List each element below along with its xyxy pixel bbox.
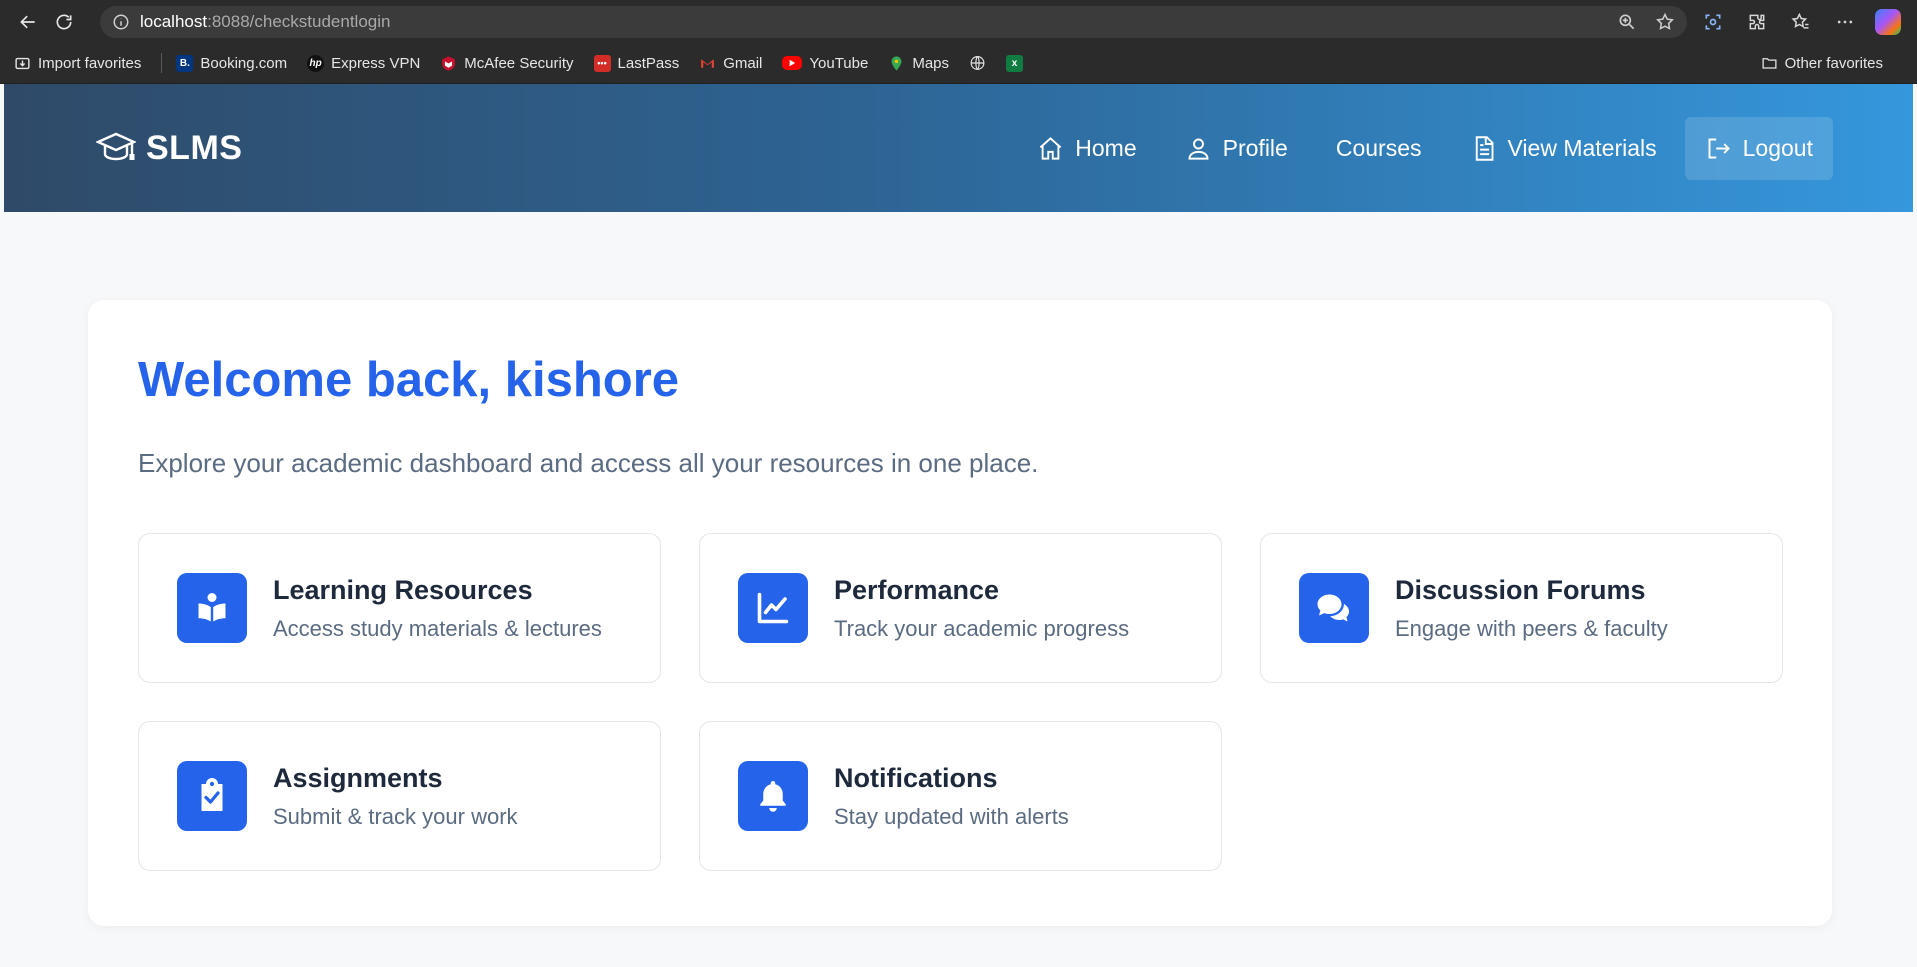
nav-profile[interactable]: Profile <box>1165 117 1308 180</box>
nav-profile-label: Profile <box>1222 134 1288 161</box>
bookmark-label: Other favorites <box>1784 54 1883 72</box>
url-path: :8088/checkstudentlogin <box>207 11 391 31</box>
bookmark-label: LastPass <box>617 54 680 72</box>
nav-courses[interactable]: Courses <box>1316 117 1442 180</box>
bookmark-mcafee[interactable]: McAfee Security <box>440 54 574 72</box>
mcafee-icon <box>440 55 457 72</box>
bookmark-excel[interactable]: x <box>1006 54 1024 72</box>
bookmark-label: Import favorites <box>38 54 142 72</box>
welcome-subtitle: Explore your academic dashboard and acce… <box>138 448 1039 478</box>
tile-description: Stay updated with alerts <box>834 803 1069 829</box>
excel-icon: x <box>1006 54 1024 72</box>
bookmark-label: Express VPN <box>331 54 421 72</box>
nav-home-label: Home <box>1075 134 1137 161</box>
tile-title: Discussion Forums <box>1395 574 1646 605</box>
tile-description: Access study materials & lectures <box>273 615 602 641</box>
bookmark-booking[interactable]: B. Booking.com <box>176 54 288 72</box>
zoom-icon[interactable] <box>1617 12 1637 32</box>
book-reader-icon <box>177 573 247 643</box>
tile-description: Track your academic progress <box>834 615 1130 641</box>
back-icon[interactable] <box>10 6 46 38</box>
brand-name: SLMS <box>146 128 243 167</box>
tile-performance[interactable]: Performance Track your academic progress <box>699 533 1222 683</box>
tile-title: Performance <box>834 574 1000 605</box>
home-icon <box>1040 136 1062 160</box>
nav-courses-label: Courses <box>1335 134 1422 161</box>
hp-icon: hp <box>307 54 325 72</box>
graduation-cap-icon <box>96 132 136 161</box>
tile-title: Notifications <box>834 762 998 793</box>
import-icon <box>14 55 31 72</box>
nav-logout[interactable]: Logout <box>1684 116 1833 180</box>
nav-home[interactable]: Home <box>1017 117 1156 180</box>
refresh-icon[interactable] <box>46 6 82 38</box>
info-icon[interactable] <box>112 13 130 31</box>
screenshot-icon[interactable] <box>1699 8 1727 36</box>
brand-logo[interactable]: SLMS <box>96 129 242 168</box>
bookmark-maps[interactable]: Maps <box>888 55 949 72</box>
browser-toolbar: localhost:8088/checkstudentlogin <box>0 0 1917 43</box>
tile-description: Submit & track your work <box>273 803 518 829</box>
tile-notifications[interactable]: Notifications Stay updated with alerts <box>699 721 1222 871</box>
more-icon[interactable] <box>1831 8 1859 36</box>
feature-grid: Learning Resources Access study material… <box>138 533 1783 871</box>
bell-icon <box>738 761 808 831</box>
booking-icon: B. <box>176 54 194 72</box>
file-icon <box>1475 135 1493 161</box>
bookmark-label: Maps <box>912 54 950 72</box>
tile-assignments[interactable]: Assignments Submit & track your work <box>138 721 661 871</box>
comments-icon <box>1299 573 1369 643</box>
bookmark-lastpass[interactable]: ••• LastPass <box>593 54 680 72</box>
bookmark-separator <box>161 53 163 73</box>
tile-title: Learning Resources <box>273 574 533 605</box>
bookmark-label: Booking.com <box>200 54 288 72</box>
nav-view-materials-label: View Materials <box>1507 134 1657 161</box>
nav-view-materials[interactable]: View Materials <box>1450 117 1677 180</box>
tile-title: Assignments <box>273 762 443 793</box>
app-header: SLMS Home Profile Courses View Materials… <box>4 84 1913 212</box>
bookmark-youtube[interactable]: YouTube <box>782 55 868 72</box>
bookmark-label: YouTube <box>809 54 869 72</box>
chart-line-icon <box>738 573 808 643</box>
tile-learning-resources[interactable]: Learning Resources Access study material… <box>138 533 661 683</box>
address-bar[interactable]: localhost:8088/checkstudentlogin <box>100 5 1687 38</box>
copilot-icon[interactable] <box>1875 8 1901 35</box>
bookmark-label: Gmail <box>723 54 763 72</box>
bookmarks-bar: Import favorites B. Booking.com hp Expre… <box>0 43 1917 84</box>
clipboard-check-icon <box>177 761 247 831</box>
main-nav: Home Profile Courses View Materials Logo… <box>1017 116 1833 180</box>
bookmark-import-favorites[interactable]: Import favorites <box>14 55 141 72</box>
youtube-icon <box>782 56 803 70</box>
folder-icon <box>1761 55 1778 72</box>
favorite-star-icon[interactable] <box>1655 12 1675 32</box>
bookmark-express-vpn[interactable]: hp Express VPN <box>307 54 421 72</box>
nav-logout-label: Logout <box>1742 134 1813 161</box>
tile-discussion-forums[interactable]: Discussion Forums Engage with peers & fa… <box>1260 533 1783 683</box>
bookmark-gmail[interactable]: Gmail <box>699 55 762 72</box>
gmail-icon <box>699 55 716 72</box>
main-content: Welcome back, kishore Explore your acade… <box>0 212 1917 926</box>
url-host: localhost <box>140 11 208 31</box>
user-icon <box>1188 138 1209 160</box>
logout-icon <box>1708 138 1730 158</box>
bookmark-label: McAfee Security <box>464 54 574 72</box>
welcome-heading: Welcome back, kishore <box>138 353 680 407</box>
tile-description: Engage with peers & faculty <box>1395 615 1668 641</box>
extensions-icon[interactable] <box>1743 8 1771 36</box>
bookmark-other-favorites[interactable]: Other favorites <box>1761 55 1883 72</box>
favorites-icon[interactable] <box>1787 8 1815 36</box>
bookmark-globe[interactable] <box>969 55 986 72</box>
globe-icon <box>969 55 986 72</box>
maps-icon <box>888 55 905 72</box>
dashboard-card: Welcome back, kishore Explore your acade… <box>88 300 1832 926</box>
lastpass-icon: ••• <box>593 54 611 72</box>
